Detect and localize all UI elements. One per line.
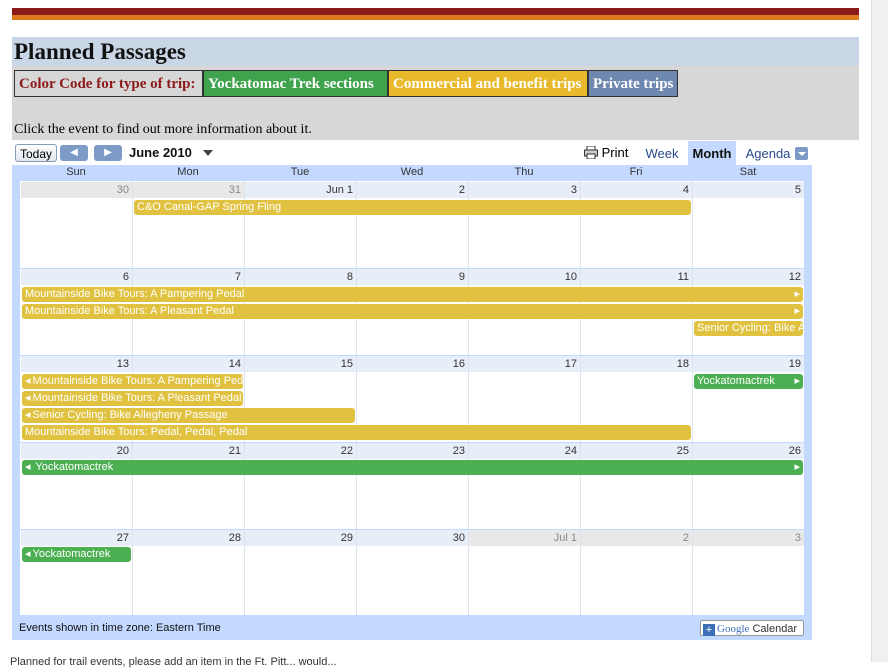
day-divider — [580, 181, 581, 615]
current-month-label: June 2010 — [129, 145, 192, 160]
legend-label: Color Code for type of trip: — [14, 70, 203, 97]
day-number[interactable]: 16 — [357, 356, 468, 372]
event-label: Yockatomactrek — [697, 375, 775, 387]
event-pleasant-pedal[interactable]: Mountainside Bike Tours: A Pleasant Peda… — [22, 304, 803, 319]
weekday-sun: Sun — [66, 166, 86, 178]
day-number[interactable]: 29 — [245, 530, 356, 546]
continues-right-icon: ▸ — [794, 461, 800, 473]
day-divider — [468, 181, 469, 615]
event-senior-cycling-cont[interactable]: Senior Cycling: Bike Allegheny Passage — [22, 408, 355, 423]
day-number[interactable]: 12 — [693, 269, 804, 285]
vertical-scrollbar[interactable] — [871, 0, 888, 662]
weekday-mon: Mon — [177, 166, 199, 178]
event-pampering-pedal[interactable]: Mountainside Bike Tours: A Pampering Ped… — [22, 287, 803, 302]
day-number[interactable]: 22 — [245, 443, 356, 459]
prev-month-button[interactable]: ◀ — [60, 145, 88, 161]
day-number[interactable]: 9 — [357, 269, 468, 285]
day-number[interactable]: Jun 1 — [245, 182, 356, 198]
day-number[interactable]: 13 — [21, 356, 132, 372]
weekday-wed: Wed — [400, 166, 424, 178]
day-number[interactable]: 3 — [693, 530, 804, 546]
agenda-dropdown-icon[interactable] — [795, 147, 808, 160]
day-number[interactable]: 21 — [133, 443, 244, 459]
weekday-thu: Thu — [514, 166, 534, 178]
event-pampering-pedal-cont[interactable]: Mountainside Bike Tours: A Pampering Ped… — [22, 374, 243, 389]
day-number[interactable]: Jul 1 — [469, 530, 580, 546]
day-number[interactable]: 2 — [357, 182, 468, 198]
right-arrow-icon: ▶ — [104, 147, 112, 158]
top-stripe-dark — [12, 8, 859, 15]
day-number[interactable]: 24 — [469, 443, 580, 459]
continues-right-icon: ▸ — [794, 305, 800, 317]
event-yockatomactrek-week[interactable]: Yockatomactrek ▸ — [22, 460, 803, 475]
weekday-sat: Sat — [739, 166, 757, 178]
event-label: Mountainside Bike Tours: A Pampering Ped… — [25, 288, 245, 300]
day-number[interactable]: 4 — [581, 182, 692, 198]
day-number[interactable]: 23 — [357, 443, 468, 459]
day-number[interactable]: 28 — [133, 530, 244, 546]
top-stripe-orange — [12, 15, 859, 20]
printer-icon — [584, 145, 598, 160]
day-divider — [244, 181, 245, 615]
event-pedal-pedal-pedal[interactable]: Mountainside Bike Tours: Pedal, Pedal, P… — [22, 425, 691, 440]
day-number[interactable]: 30 — [21, 182, 132, 198]
day-number[interactable]: 6 — [21, 269, 132, 285]
continues-right-icon: ▸ — [794, 375, 800, 387]
left-arrow-icon: ◀ — [70, 147, 78, 158]
event-senior-cycling[interactable]: Senior Cycling: Bike Allegheny Passage — [694, 321, 803, 336]
weekday-fri: Fri — [629, 166, 643, 178]
event-yockatomactrek-end[interactable]: Yockatomactrek — [22, 547, 131, 562]
legend-yockatomac: Yockatomac Trek sections — [203, 70, 388, 97]
day-number[interactable]: 2 — [581, 530, 692, 546]
legend-private: Private trips — [588, 70, 678, 97]
day-number[interactable]: 31 — [133, 182, 244, 198]
today-button[interactable]: Today — [15, 144, 57, 162]
day-number[interactable]: 11 — [581, 269, 692, 285]
day-number[interactable]: 15 — [245, 356, 356, 372]
google-calendar-button[interactable]: + Google Calendar — [700, 620, 804, 636]
day-number[interactable]: 20 — [21, 443, 132, 459]
day-number[interactable]: 19 — [693, 356, 804, 372]
tab-month[interactable]: Month — [688, 141, 736, 166]
weekday-tue: Tue — [290, 166, 310, 178]
event-yockatomactrek[interactable]: Yockatomactrek ▸ — [694, 374, 803, 389]
google-logo: Google — [717, 623, 750, 635]
print-label: Print — [601, 145, 629, 160]
day-number[interactable]: 26 — [693, 443, 804, 459]
event-label: Mountainside Bike Tours: A Pleasant Peda… — [25, 305, 234, 317]
day-number[interactable]: 30 — [357, 530, 468, 546]
print-button[interactable]: Print — [584, 145, 628, 160]
day-divider — [692, 181, 693, 615]
tab-agenda[interactable]: Agenda — [740, 141, 796, 166]
instruction-text: Click the event to find out more informa… — [14, 122, 312, 137]
calendar-label: Calendar — [752, 623, 798, 635]
day-number[interactable]: 10 — [469, 269, 580, 285]
day-number[interactable]: 18 — [581, 356, 692, 372]
page-title: Planned Passages — [14, 39, 186, 64]
day-number[interactable]: 25 — [581, 443, 692, 459]
day-divider — [356, 181, 357, 615]
legend-commercial: Commercial and benefit trips — [388, 70, 588, 97]
event-label: Yockatomactrek — [35, 461, 114, 473]
chevron-down-icon[interactable] — [203, 150, 213, 156]
day-number[interactable]: 27 — [21, 530, 132, 546]
cut-off-text: Planned for trail events, please add an … — [10, 656, 337, 668]
day-number[interactable]: 3 — [469, 182, 580, 198]
day-number[interactable]: 7 — [133, 269, 244, 285]
plus-icon: + — [703, 624, 715, 636]
day-number[interactable]: 17 — [469, 356, 580, 372]
event-pleasant-pedal-cont[interactable]: Mountainside Bike Tours: A Pleasant Peda… — [22, 391, 243, 406]
continues-right-icon: ▸ — [794, 288, 800, 300]
timezone-note: Events shown in time zone: Eastern Time — [19, 622, 221, 634]
day-number[interactable]: 14 — [133, 356, 244, 372]
next-month-button[interactable]: ▶ — [94, 145, 122, 161]
day-number[interactable]: 8 — [245, 269, 356, 285]
day-number[interactable]: 5 — [693, 182, 804, 198]
event-canal-fling[interactable]: C&O Canal-GAP Spring Fling — [134, 200, 691, 215]
tab-week[interactable]: Week — [640, 141, 684, 166]
